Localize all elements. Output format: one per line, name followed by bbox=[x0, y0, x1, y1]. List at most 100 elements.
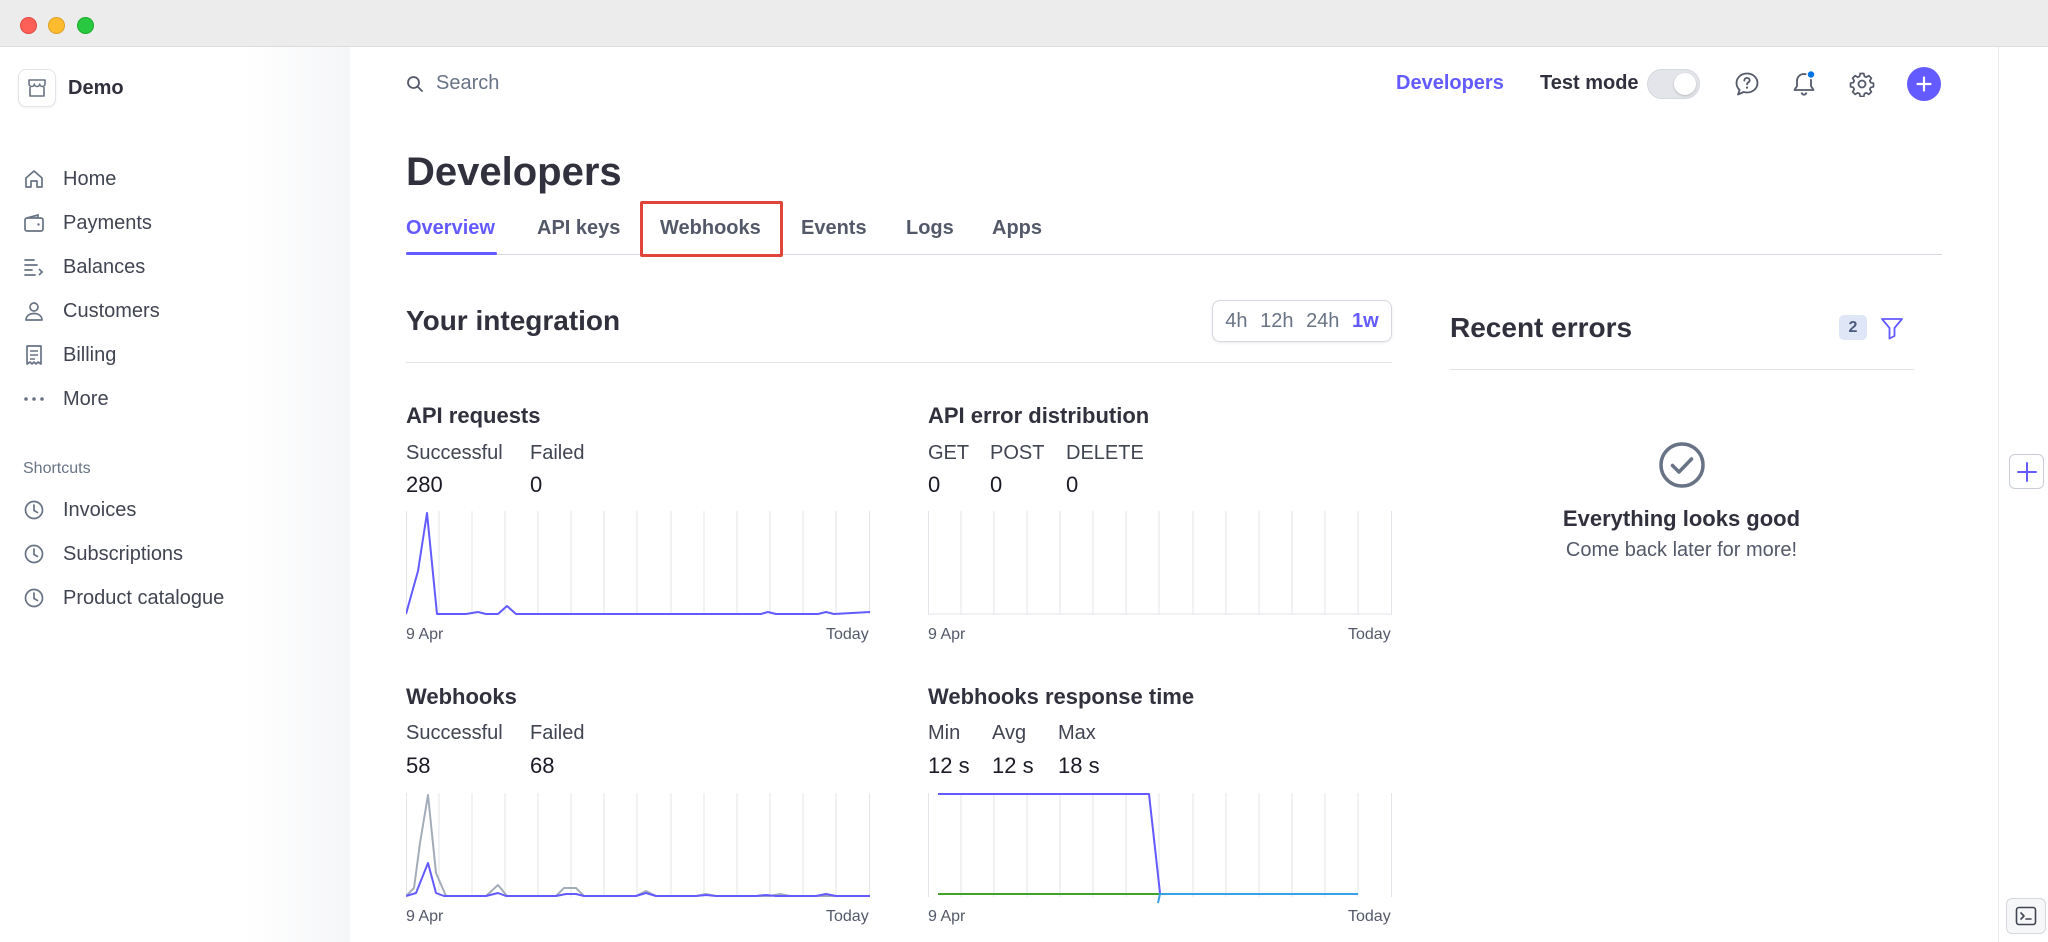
person-icon bbox=[25, 302, 43, 321]
sidebar-item-customers[interactable]: Customers bbox=[22, 295, 160, 327]
test-mode-label: Test mode bbox=[1540, 72, 1639, 94]
sidebar-item-label: Home bbox=[63, 167, 117, 190]
webhooks-title: Webhooks bbox=[406, 684, 517, 709]
tab-logs[interactable]: Logs bbox=[906, 217, 954, 240]
sidebar-item-label: Billing bbox=[63, 343, 117, 366]
store-icon bbox=[18, 69, 56, 107]
page-title: Developers bbox=[406, 150, 622, 194]
search-placeholder: Search bbox=[436, 72, 500, 94]
shortcut-label: Subscriptions bbox=[63, 542, 184, 565]
shortcut-label: Product catalogue bbox=[63, 586, 225, 609]
tab-overview[interactable]: Overview bbox=[406, 217, 495, 240]
account-name: Demo bbox=[68, 76, 124, 99]
balances-icon bbox=[24, 259, 44, 276]
account-switcher[interactable]: Demo bbox=[18, 69, 124, 107]
metric-label: GET bbox=[928, 442, 970, 464]
axis-start-label: 9 Apr bbox=[928, 908, 966, 925]
integration-title: Your integration bbox=[406, 305, 621, 336]
api-errors-title: API error distribution bbox=[928, 403, 1150, 428]
help-button[interactable] bbox=[1733, 70, 1761, 98]
tab-apps[interactable]: Apps bbox=[992, 217, 1042, 240]
clock-icon bbox=[24, 500, 44, 520]
sidebar: Demo Home Payments Balances Customers Bi… bbox=[0, 47, 350, 942]
metric-value: 18 s bbox=[1058, 753, 1100, 778]
axis-end-label: Today bbox=[826, 908, 869, 925]
errors-count-badge: 2 bbox=[1839, 315, 1867, 340]
empty-state-subtitle: Come back later for more! bbox=[1565, 539, 1798, 561]
metric-label: Failed bbox=[530, 722, 585, 744]
plus-icon bbox=[2016, 461, 2037, 482]
check-circle-icon bbox=[1659, 442, 1705, 488]
bell-icon bbox=[1793, 70, 1816, 96]
right-rail bbox=[1998, 47, 2048, 942]
metric-label: Successful bbox=[406, 722, 503, 744]
metric-label: POST bbox=[990, 442, 1045, 464]
api-requests-chart[interactable] bbox=[406, 511, 870, 615]
webhooks-response-title: Webhooks response time bbox=[928, 684, 1195, 709]
webhooks-response-chart[interactable] bbox=[928, 793, 1392, 913]
api-errors-chart[interactable] bbox=[928, 511, 1392, 615]
sidebar-item-balances[interactable]: Balances bbox=[22, 251, 145, 283]
axis-end-label: Today bbox=[1348, 626, 1391, 643]
tab-highlight-box bbox=[640, 201, 783, 257]
tab-events[interactable]: Events bbox=[801, 217, 867, 240]
range-option-1w[interactable]: 1w bbox=[1352, 310, 1379, 333]
create-new-button[interactable] bbox=[1907, 67, 1941, 101]
search-input[interactable]: Search bbox=[406, 72, 499, 95]
metric-label: DELETE bbox=[1066, 442, 1144, 464]
axis-end-label: Today bbox=[826, 626, 869, 643]
axis-start-label: 9 Apr bbox=[928, 626, 966, 643]
range-option-12h[interactable]: 12h bbox=[1260, 310, 1293, 333]
clock-icon bbox=[24, 588, 44, 608]
shell-button[interactable] bbox=[2006, 898, 2046, 934]
sidebar-item-label: Balances bbox=[63, 255, 146, 278]
range-option-4h[interactable]: 4h bbox=[1225, 310, 1247, 333]
metric-value: 58 bbox=[406, 753, 431, 778]
shortcut-subscriptions[interactable]: Subscriptions bbox=[22, 538, 183, 570]
receipt-icon bbox=[26, 345, 42, 365]
terminal-icon bbox=[2015, 906, 2037, 926]
close-window-button[interactable] bbox=[20, 17, 37, 34]
test-mode-toggle[interactable] bbox=[1647, 69, 1700, 99]
rail-add-button[interactable] bbox=[2009, 454, 2044, 489]
recent-errors-title: Recent errors bbox=[1450, 312, 1633, 343]
clock-icon bbox=[24, 544, 44, 564]
search-icon bbox=[407, 75, 423, 92]
metric-label: Avg bbox=[992, 722, 1027, 744]
metric-value: 68 bbox=[530, 753, 555, 778]
sidebar-item-label: Customers bbox=[63, 299, 160, 322]
gear-icon bbox=[1849, 72, 1875, 97]
window-titlebar bbox=[0, 0, 2048, 47]
filter-icon[interactable] bbox=[1879, 315, 1905, 341]
maximize-window-button[interactable] bbox=[77, 17, 94, 34]
sidebar-item-more[interactable]: More bbox=[22, 383, 109, 415]
metric-label: Max bbox=[1058, 722, 1096, 744]
webhooks-chart[interactable] bbox=[406, 793, 870, 897]
shortcut-invoices[interactable]: Invoices bbox=[22, 494, 136, 526]
developers-link[interactable]: Developers bbox=[1396, 72, 1504, 95]
shortcut-label: Invoices bbox=[63, 498, 137, 521]
metric-label: Failed bbox=[530, 442, 585, 464]
wallet-icon bbox=[24, 213, 44, 232]
metric-value: 0 bbox=[1066, 472, 1079, 497]
shortcut-product-catalogue[interactable]: Product catalogue bbox=[22, 582, 224, 614]
home-icon bbox=[25, 170, 43, 188]
plus-icon bbox=[1916, 76, 1932, 92]
axis-start-label: 9 Apr bbox=[406, 626, 444, 643]
sidebar-item-label: Payments bbox=[63, 211, 152, 234]
range-option-24h[interactable]: 24h bbox=[1306, 310, 1339, 333]
sidebar-item-payments[interactable]: Payments bbox=[22, 207, 152, 239]
integration-divider bbox=[406, 362, 1392, 363]
metric-value: 12 s bbox=[928, 753, 970, 778]
sidebar-item-billing[interactable]: Billing bbox=[22, 339, 116, 371]
sidebar-item-home[interactable]: Home bbox=[22, 163, 116, 195]
active-tab-indicator bbox=[406, 252, 497, 255]
shortcuts-heading: Shortcuts bbox=[23, 460, 91, 477]
tab-api-keys[interactable]: API keys bbox=[537, 217, 620, 240]
axis-start-label: 9 Apr bbox=[406, 908, 444, 925]
settings-button[interactable] bbox=[1848, 70, 1876, 98]
notifications-button[interactable] bbox=[1790, 70, 1818, 98]
metric-value: 0 bbox=[530, 472, 543, 497]
sidebar-item-label: More bbox=[63, 387, 109, 410]
minimize-window-button[interactable] bbox=[48, 17, 65, 34]
